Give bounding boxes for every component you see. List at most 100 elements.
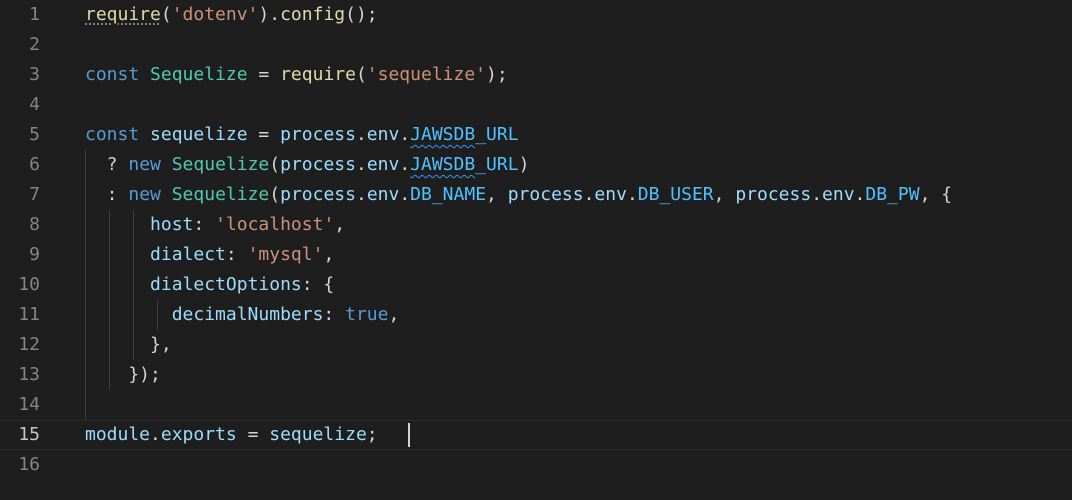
code-token: JAWSDB [410, 154, 476, 175]
code-token: Sequelize [150, 64, 248, 85]
code-token: sequelize [269, 424, 367, 445]
code-token: ( [269, 154, 281, 175]
line-code[interactable]: dialect: 'mysql', [85, 240, 334, 270]
line-code[interactable]: }, [85, 330, 172, 360]
line-number: 1 [29, 4, 40, 25]
code-token: }, [85, 334, 172, 355]
line-number: 11 [18, 304, 40, 325]
code-editor[interactable]: 1 require('dotenv').config(); 2 3 const Sequ… [0, 0, 1072, 500]
code-token: . [399, 154, 411, 175]
code-token: 'mysql' [247, 244, 324, 265]
line-number: 15 [18, 424, 40, 445]
code-token: ; [366, 424, 378, 445]
code-token: Sequelize [171, 154, 270, 175]
line-code[interactable]: }); [85, 360, 161, 390]
line-code[interactable]: const Sequelize = require('sequelize'); [85, 60, 508, 90]
code-line[interactable]: 10 dialectOptions: { [0, 270, 1072, 300]
line-number: 5 [29, 124, 40, 145]
code-line[interactable]: 14 [0, 390, 1072, 420]
line-number: 9 [29, 244, 40, 265]
code-token: = [236, 424, 270, 445]
line-number: 16 [18, 454, 40, 475]
code-line[interactable]: 5 const sequelize = process.env.JAWSDB_UR… [0, 120, 1072, 150]
line-code[interactable]: module.exports = sequelize; [85, 421, 378, 449]
line-number: 7 [29, 184, 40, 205]
code-token: : [323, 304, 346, 325]
code-token: dialect [150, 244, 226, 265]
code-token: . [150, 424, 161, 445]
code-token: ) [518, 154, 530, 175]
line-number: 12 [18, 334, 40, 355]
code-token: 'dotenv' [171, 4, 259, 25]
code-token: . [355, 124, 367, 145]
code-token: ). [258, 4, 281, 25]
code-line[interactable]: 16 [0, 450, 1072, 480]
code-line[interactable]: 1 require('dotenv').config(); [0, 0, 1072, 30]
line-code[interactable]: ? new Sequelize(process.env.JAWSDB_URL) [85, 150, 530, 180]
code-token: DB_PW [865, 184, 920, 205]
line-number: 2 [29, 34, 40, 55]
code-token: require [85, 4, 161, 25]
code-token: . [626, 184, 638, 205]
code-line[interactable]: 3 const Sequelize = require('sequelize'); [0, 60, 1072, 90]
code-line[interactable]: 4 [0, 90, 1072, 120]
code-token: , [388, 304, 400, 325]
code-token: : { [301, 274, 335, 295]
code-token: _URL [475, 154, 519, 175]
code-token: const [85, 64, 151, 85]
code-token: new [128, 184, 172, 205]
code-line[interactable]: 9 dialect: 'mysql', [0, 240, 1072, 270]
code-token: 'localhost' [215, 214, 335, 235]
code-token: , [486, 184, 508, 205]
line-code[interactable]: decimalNumbers: true, [85, 300, 400, 330]
code-token: process [280, 184, 356, 205]
code-token: env [366, 184, 400, 205]
code-token: ); [486, 64, 508, 85]
code-line[interactable]: 8 host: 'localhost', [0, 210, 1072, 240]
code-token: ( [269, 184, 281, 205]
line-code[interactable]: require('dotenv').config(); [85, 0, 378, 30]
code-token: env [366, 154, 400, 175]
code-line[interactable]: 12 }, [0, 330, 1072, 360]
line-code[interactable]: : new Sequelize(process.env.DB_NAME, pro… [85, 180, 952, 210]
code-token: process [735, 184, 812, 205]
line-code[interactable]: dialectOptions: { [85, 270, 334, 300]
code-token: env [594, 184, 627, 205]
code-token: _URL [475, 124, 519, 145]
code-token: Sequelize [171, 184, 270, 205]
code-token: process [280, 124, 356, 145]
line-number: 13 [18, 364, 40, 385]
code-token: ( [355, 64, 367, 85]
code-token: . [355, 184, 367, 205]
code-line[interactable]: 2 [0, 30, 1072, 60]
line-number: 4 [29, 94, 40, 115]
line-number: 10 [18, 274, 40, 295]
line-code[interactable]: const sequelize = process.env.JAWSDB_URL [85, 120, 519, 150]
code-token: process [507, 184, 584, 205]
code-token: host [150, 214, 194, 235]
code-token: dialectOptions [150, 274, 302, 295]
code-token: : [193, 214, 216, 235]
code-token: }); [85, 364, 161, 385]
code-token: . [399, 124, 411, 145]
code-token: sequelize [150, 124, 248, 145]
code-token: process [280, 154, 356, 175]
code-token: config [280, 4, 346, 25]
code-line[interactable]: 7 : new Sequelize(process.env.DB_NAME, p… [0, 180, 1072, 210]
code-token: ( [160, 4, 172, 25]
text-cursor [408, 423, 410, 447]
code-line[interactable]: 15 module.exports = sequelize; [0, 420, 1072, 450]
code-token: module [85, 424, 151, 445]
code-line[interactable]: 6 ? new Sequelize(process.env.JAWSDB_URL… [0, 150, 1072, 180]
code-token: ? [85, 154, 129, 175]
code-token: . [583, 184, 595, 205]
line-code[interactable]: host: 'localhost', [85, 210, 345, 240]
code-token: env [366, 124, 400, 145]
code-token: require [280, 64, 356, 85]
code-line[interactable]: 13 }); [0, 360, 1072, 390]
code-token: . [854, 184, 866, 205]
code-line[interactable]: 11 decimalNumbers: true, [0, 300, 1072, 330]
